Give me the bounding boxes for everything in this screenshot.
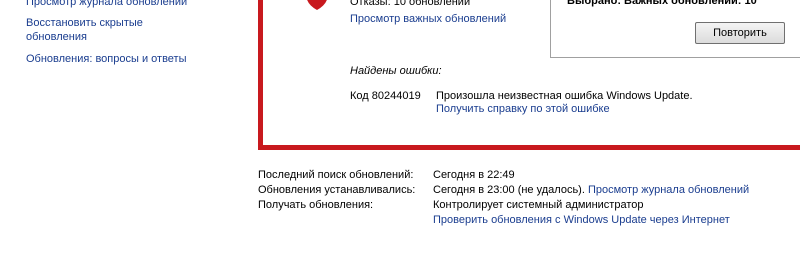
view-history-link[interactable]: Просмотр журнала обновлений (588, 184, 749, 196)
installed-value: Сегодня в 23:00 (не удалось). (433, 184, 585, 196)
nav-faq-link[interactable]: Обновления: вопросы и ответы (26, 52, 246, 66)
installed-value-group: Сегодня в 23:00 (не удалось). Просмотр ж… (433, 183, 749, 198)
shield-error-icon (307, 0, 327, 10)
error-message: Произошла неизвестная ошибка Windows Upd… (436, 90, 693, 102)
receive-value: Контролирует системный администратор (433, 199, 644, 211)
selection-box: Выбрано: Важных обновлений: 10 Повторить (550, 0, 800, 58)
last-search-value: Сегодня в 22:49 (433, 169, 515, 181)
nav-restore-hidden-link[interactable]: Восстановить скрытые обновления (26, 16, 186, 44)
view-important-updates-link[interactable]: Просмотр важных обновлений (350, 12, 506, 26)
selected-updates-text: Выбрано: Важных обновлений: 10 (567, 0, 757, 7)
error-panel: Отказы: 10 обновлений Просмотр важных об… (258, 0, 800, 150)
receive-label: Получать обновления: (258, 199, 374, 211)
nav-view-history-link[interactable]: Просмотр журнала обновлений (26, 0, 246, 9)
retry-button[interactable]: Повторить (695, 22, 785, 44)
error-help-link[interactable]: Получить справку по этой ошибке (436, 102, 610, 116)
failures-count: Отказы: 10 обновлений (350, 0, 471, 8)
errors-heading: Найдены ошибки: (350, 65, 442, 77)
windows-update-page: Просмотр журнала обновлений Восстановить… (0, 0, 800, 280)
error-code: Код 80244019 (350, 90, 421, 102)
last-search-label: Последний поиск обновлений: (258, 169, 414, 181)
installed-label: Обновления устанавливались: (258, 184, 416, 196)
left-nav: Просмотр журнала обновлений Восстановить… (26, 0, 246, 66)
check-online-link[interactable]: Проверить обновления с Windows Update че… (433, 213, 730, 228)
